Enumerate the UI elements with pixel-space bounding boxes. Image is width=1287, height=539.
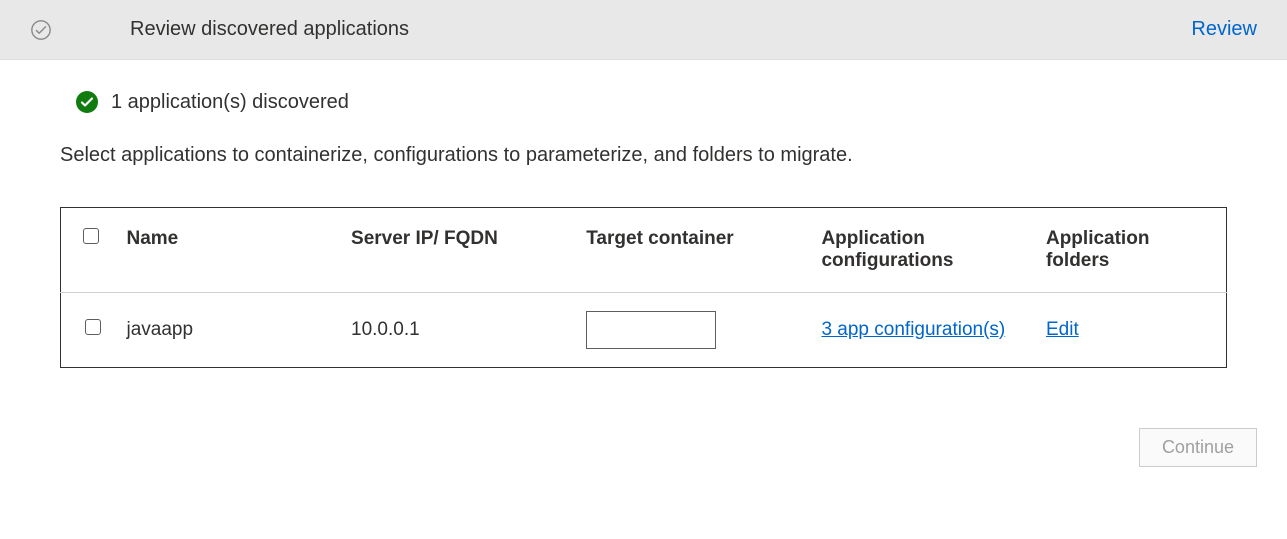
header-checkbox-cell xyxy=(61,208,115,293)
edit-folders-link[interactable]: Edit xyxy=(1046,319,1079,340)
instruction-text: Select applications to containerize, con… xyxy=(60,144,1227,167)
row-checkbox-cell xyxy=(61,293,115,368)
status-text: 1 application(s) discovered xyxy=(111,91,349,114)
app-configurations-link[interactable]: 3 app configuration(s) xyxy=(821,319,1005,340)
header-config: Application configurations xyxy=(809,208,1034,293)
status-row: 1 application(s) discovered xyxy=(75,90,1227,114)
review-link[interactable]: Review xyxy=(1191,18,1257,41)
footer: Continue xyxy=(0,388,1287,487)
header-folders: Application folders xyxy=(1034,208,1227,293)
table-row: javaapp 10.0.0.1 3 app configuration(s) … xyxy=(61,293,1227,368)
success-check-icon xyxy=(75,90,99,114)
page-header: Review discovered applications Review xyxy=(0,0,1287,60)
cell-config: 3 app configuration(s) xyxy=(809,293,1034,368)
cell-folders: Edit xyxy=(1034,293,1227,368)
page-title: Review discovered applications xyxy=(130,18,1191,41)
header-server: Server IP/ FQDN xyxy=(339,208,574,293)
header-target: Target container xyxy=(574,208,809,293)
continue-button[interactable]: Continue xyxy=(1139,428,1257,467)
table-header-row: Name Server IP/ FQDN Target container Ap… xyxy=(61,208,1227,293)
cell-server: 10.0.0.1 xyxy=(339,293,574,368)
target-container-input[interactable] xyxy=(586,311,716,349)
header-name: Name xyxy=(114,208,339,293)
main-content: 1 application(s) discovered Select appli… xyxy=(0,60,1287,388)
row-checkbox[interactable] xyxy=(85,319,101,335)
cell-target xyxy=(574,293,809,368)
checkmark-circle-icon xyxy=(30,19,52,41)
cell-name: javaapp xyxy=(114,293,339,368)
applications-table: Name Server IP/ FQDN Target container Ap… xyxy=(60,207,1227,368)
select-all-checkbox[interactable] xyxy=(83,228,99,244)
